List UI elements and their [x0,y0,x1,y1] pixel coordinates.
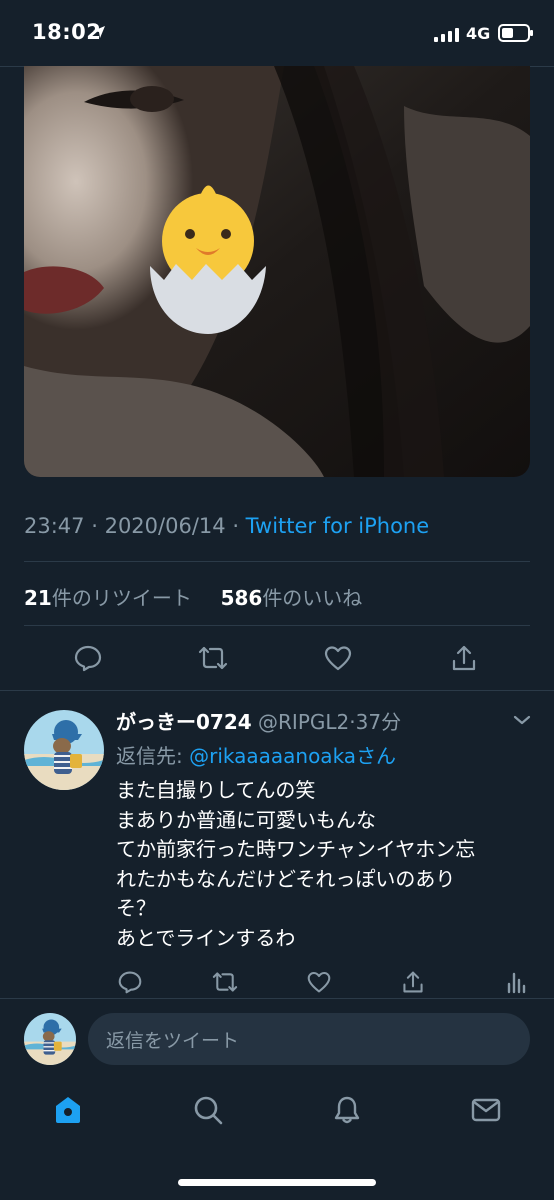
status-bar: 18:02 4G [0,0,554,66]
likes-stat[interactable]: 586件のいいね [221,586,363,610]
share-icon[interactable] [401,970,425,998]
reply-time: 37分 [355,710,402,734]
composer-avatar [24,1013,76,1065]
reply-header: がっきー0724 @RIPGL2·37分 [116,706,401,735]
reply-text-line: てか前家行った時ワンチャンイヤホン忘 [116,837,476,862]
reply-text: また自撮りしてんの笑 まありか普通に可愛いもんな てか前家行った時ワンチャンイヤ… [116,776,536,954]
reply-to-line: 返信先: @rikaaaaanoakaさん [116,740,396,769]
reply-to-label: 返信先: [116,744,190,768]
like-icon[interactable] [324,644,352,676]
reply-text-line: そ？ [116,896,156,921]
reply-text-line: まありか普通に可愛いもんな [116,807,376,832]
status-time: 18:02 [32,20,102,44]
network-type: 4G [466,24,491,43]
share-icon[interactable] [450,644,478,676]
chevron-down-icon[interactable] [512,712,532,731]
retweet-icon[interactable] [212,970,238,998]
retweet-icon[interactable] [198,644,228,676]
tweet-time: 23:47 [24,514,85,538]
reply-icon[interactable] [74,644,102,676]
reply-text-line: あとでラインするわ [116,925,296,950]
tweet-source-link[interactable]: Twitter for iPhone [246,514,430,538]
meta-separator: · [91,514,105,538]
reply-author-handle[interactable]: @RIPGL2 [258,710,349,734]
tweet-date: 2020/06/14 [104,514,226,538]
retweets-stat[interactable]: 21件のリツイート [24,586,192,610]
reply-to-mention[interactable]: @rikaaaaanoakaさん [189,744,396,768]
reply-icon[interactable] [118,970,142,998]
like-icon[interactable] [307,970,331,998]
home-icon[interactable] [53,1095,83,1129]
tweet-photo[interactable] [24,66,530,477]
divider [24,625,530,626]
reply-text-line: れたかもなんだけどそれっぽいのあり [116,866,456,891]
reply-composer-input[interactable]: 返信をツイート [88,1013,530,1065]
battery-icon [498,24,534,46]
reply-author-name[interactable]: がっきー0724 [116,710,252,734]
divider [0,690,554,691]
tweet-stats: 21件のリツイート 586件のいいね [24,582,362,611]
location-arrow-icon [92,24,106,43]
tweet-timestamp: 23:47 · 2020/06/14 · Twitter for iPhone [24,514,429,538]
search-icon[interactable] [193,1095,223,1129]
divider [24,561,530,562]
composer-placeholder: 返信をツイート [106,1030,240,1052]
home-indicator[interactable] [178,1179,376,1186]
signal-icon [434,27,460,46]
reply-text-line: また自撮りしてんの笑 [116,778,316,802]
meta-separator: · [232,514,246,538]
analytics-icon[interactable] [506,970,526,998]
notifications-icon[interactable] [332,1095,362,1129]
messages-icon[interactable] [470,1095,502,1129]
avatar[interactable] [24,710,104,790]
divider [0,998,554,999]
